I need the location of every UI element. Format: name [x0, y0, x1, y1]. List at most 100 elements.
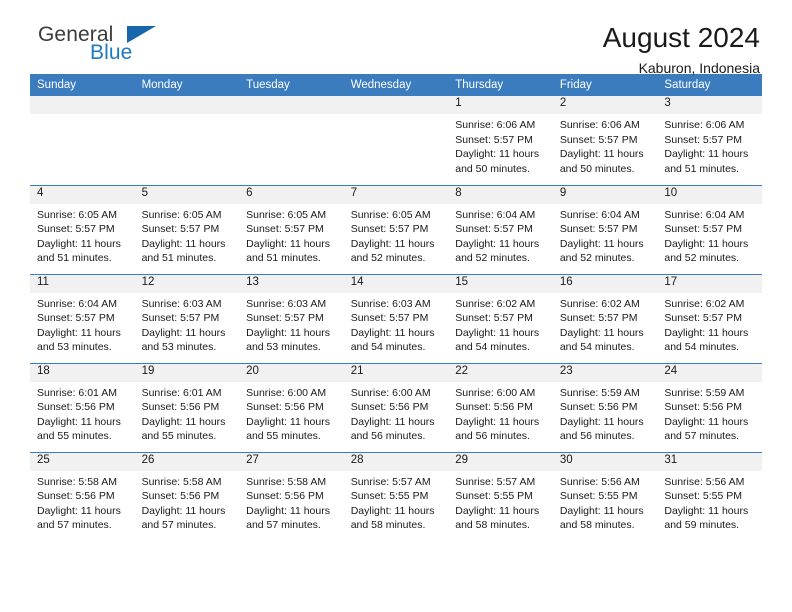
day-detail-line: Sunset: 5:55 PM	[559, 490, 638, 503]
day-number: 6	[239, 185, 344, 204]
day-detail-line: Sunrise: 6:01 AM	[141, 386, 222, 399]
day-detail-line: Daylight: 11 hours	[350, 237, 435, 250]
day-detail-line: Sunrise: 6:01 AM	[37, 386, 117, 399]
calendar-day-cell[interactable]: 19 Sunrise: 6:01 AM Sunset: 5:56 PM Dayligh…	[134, 362, 240, 452]
calendar-day-cell[interactable]: 17 Sunrise: 6:02 AM Sunset: 5:57 PM Dayligh…	[657, 273, 762, 363]
calendar-day-cell[interactable]: 26 Sunrise: 5:58 AM Sunset: 5:56 PM Dayligh…	[134, 451, 240, 541]
day-number: 31	[657, 452, 762, 471]
day-detail-line: Sunrise: 6:05 AM	[141, 208, 222, 221]
day-number: 4	[30, 185, 135, 204]
calendar-day-cell[interactable]: 6 Sunrise: 6:05 AM Sunset: 5:57 PM Daylight…	[239, 184, 344, 274]
calendar-day-cell[interactable]: 27 Sunrise: 5:58 AM Sunset: 5:56 PM Dayligh…	[239, 451, 344, 541]
calendar-day-cell[interactable]: 3 Sunrise: 6:06 AM Sunset: 5:57 PM Daylight…	[657, 96, 762, 185]
location-subtitle: Kaburon, Indonesia	[638, 60, 760, 77]
day-detail-line: and 50 minutes.	[559, 162, 635, 175]
day-cell-inner: 6 Sunrise: 6:05 AM Sunset: 5:57 PM Daylight…	[239, 185, 344, 274]
day-number: 14	[343, 274, 449, 293]
day-detail-line: Sunrise: 5:59 AM	[559, 386, 640, 399]
day-detail-line: Daylight: 11 hours	[246, 415, 330, 428]
day-detail: Sunrise: 5:56 AM Sunset: 5:55 PM Daylight:…	[553, 471, 658, 533]
calendar-day-cell[interactable]: 11 Sunrise: 6:04 AM Sunset: 5:57 PM Dayligh…	[30, 273, 135, 363]
day-cell-inner: 20 Sunrise: 6:00 AM Sunset: 5:56 PM Dayligh…	[239, 363, 344, 452]
day-cell-inner	[239, 96, 344, 184]
calendar-day-cell[interactable]: 9 Sunrise: 6:04 AM Sunset: 5:57 PM Daylight…	[552, 184, 658, 274]
calendar-day-cell[interactable]: 4 Sunrise: 6:05 AM Sunset: 5:57 PM Daylight…	[30, 184, 135, 274]
calendar-day-cell[interactable]: 20 Sunrise: 6:00 AM Sunset: 5:56 PM Dayligh…	[239, 362, 344, 452]
day-detail-line: Daylight: 11 hours	[37, 504, 121, 517]
weekday-header-wednesday: Wednesday	[343, 74, 449, 96]
day-detail-line: Sunrise: 6:05 AM	[37, 208, 117, 221]
calendar-week-row: 11 Sunrise: 6:04 AM Sunset: 5:57 PM Dayligh…	[30, 273, 762, 363]
weekday-header-row: Sunday Monday Tuesday Wednesday Thursday Frid…	[30, 74, 762, 96]
day-detail-line: Sunset: 5:57 PM	[455, 312, 533, 325]
day-number: 30	[552, 452, 658, 471]
day-detail: Sunrise: 6:04 AM Sunset: 5:57 PM Daylight:…	[30, 293, 135, 355]
day-detail-line: Sunset: 5:55 PM	[455, 490, 533, 503]
calendar-day-cell[interactable]: 18 Sunrise: 6:01 AM Sunset: 5:56 PM Dayligh…	[30, 362, 135, 452]
day-cell-inner: 4 Sunrise: 6:05 AM Sunset: 5:57 PM Daylight…	[30, 185, 135, 274]
day-detail: Sunrise: 5:58 AM Sunset: 5:56 PM Daylight:…	[239, 471, 344, 533]
day-detail-line: and 58 minutes.	[350, 519, 426, 532]
day-detail-line: Daylight: 11 hours	[664, 326, 749, 339]
calendar-day-cell[interactable]: 1 Sunrise: 6:06 AM Sunset: 5:57 PM Daylight…	[448, 96, 553, 185]
calendar-day-cell[interactable]: 22 Sunrise: 6:00 AM Sunset: 5:56 PM Dayligh…	[448, 362, 553, 452]
calendar-day-cell[interactable]: 29 Sunrise: 5:57 AM Sunset: 5:55 PM Dayligh…	[448, 451, 553, 541]
day-cell-inner: 24 Sunrise: 5:59 AM Sunset: 5:56 PM Dayligh…	[657, 363, 762, 452]
calendar-day-cell[interactable]: 15 Sunrise: 6:02 AM Sunset: 5:57 PM Dayligh…	[448, 273, 553, 363]
day-detail: Sunrise: 6:06 AM Sunset: 5:57 PM Daylight:…	[553, 114, 658, 176]
calendar-day-cell[interactable]: 2 Sunrise: 6:06 AM Sunset: 5:57 PM Daylight…	[552, 96, 658, 185]
calendar-day-cell[interactable]: 31 Sunrise: 5:56 AM Sunset: 5:55 PM Dayligh…	[657, 451, 762, 541]
calendar-day-cell[interactable]: 23 Sunrise: 5:59 AM Sunset: 5:56 PM Dayligh…	[552, 362, 658, 452]
day-detail: Sunrise: 5:58 AM Sunset: 5:56 PM Daylight:…	[135, 471, 240, 533]
calendar-day-cell[interactable]: 14 Sunrise: 6:03 AM Sunset: 5:57 PM Dayligh…	[343, 273, 449, 363]
calendar-empty-cell	[239, 96, 344, 185]
day-detail-line: and 54 minutes.	[455, 341, 530, 354]
day-detail-line: Sunset: 5:56 PM	[37, 490, 115, 503]
day-detail: Sunrise: 6:04 AM Sunset: 5:57 PM Daylight:…	[657, 204, 762, 266]
day-detail-line: Sunrise: 6:06 AM	[664, 119, 745, 131]
day-detail: Sunrise: 6:05 AM Sunset: 5:57 PM Daylight:…	[239, 204, 344, 266]
day-detail-line: Daylight: 11 hours	[350, 504, 435, 517]
day-number	[134, 96, 240, 114]
day-detail-line: and 54 minutes.	[350, 341, 426, 354]
calendar-day-cell[interactable]: 25 Sunrise: 5:58 AM Sunset: 5:56 PM Dayligh…	[30, 451, 135, 541]
calendar-day-cell[interactable]: 16 Sunrise: 6:02 AM Sunset: 5:57 PM Dayligh…	[552, 273, 658, 363]
day-detail-line: Sunrise: 6:03 AM	[141, 297, 222, 310]
calendar-day-cell[interactable]: 30 Sunrise: 5:56 AM Sunset: 5:55 PM Dayligh…	[552, 451, 658, 541]
day-cell-inner: 15 Sunrise: 6:02 AM Sunset: 5:57 PM Dayligh…	[448, 274, 553, 363]
day-detail: Sunrise: 6:04 AM Sunset: 5:57 PM Daylight:…	[448, 204, 553, 266]
day-detail-line: and 52 minutes.	[559, 252, 635, 265]
day-number: 8	[448, 185, 553, 204]
day-number: 26	[134, 452, 240, 471]
calendar-day-cell[interactable]: 10 Sunrise: 6:04 AM Sunset: 5:57 PM Dayligh…	[657, 184, 762, 274]
calendar-day-cell[interactable]: 5 Sunrise: 6:05 AM Sunset: 5:57 PM Daylight…	[134, 184, 240, 274]
day-detail-line: Sunrise: 6:05 AM	[350, 208, 431, 221]
day-detail-line: and 53 minutes.	[141, 341, 217, 354]
calendar-table: Sunday Monday Tuesday Wednesday Thursday Frid…	[30, 74, 762, 541]
day-detail-line: Sunset: 5:57 PM	[455, 133, 533, 146]
calendar-day-cell[interactable]: 28 Sunrise: 5:57 AM Sunset: 5:55 PM Dayligh…	[343, 451, 449, 541]
day-cell-inner: 29 Sunrise: 5:57 AM Sunset: 5:55 PM Dayligh…	[448, 452, 553, 541]
calendar-day-cell[interactable]: 13 Sunrise: 6:03 AM Sunset: 5:57 PM Dayligh…	[239, 273, 344, 363]
day-detail-line: Sunset: 5:56 PM	[350, 401, 429, 414]
day-detail-line: Sunrise: 6:05 AM	[246, 208, 327, 221]
brand-logo[interactable]: General Blue	[30, 22, 180, 74]
calendar-day-cell[interactable]: 24 Sunrise: 5:59 AM Sunset: 5:56 PM Dayligh…	[657, 362, 762, 452]
day-number: 28	[343, 452, 449, 471]
day-detail-line: Daylight: 11 hours	[141, 504, 226, 517]
day-detail: Sunrise: 5:58 AM Sunset: 5:56 PM Daylight:…	[30, 471, 135, 533]
day-detail-line: and 54 minutes.	[664, 341, 740, 354]
day-detail-line: Daylight: 11 hours	[455, 504, 540, 517]
day-detail-line: and 51 minutes.	[37, 252, 112, 265]
day-detail-line: and 54 minutes.	[559, 341, 635, 354]
day-detail-line: Sunrise: 6:03 AM	[246, 297, 327, 310]
calendar-day-cell[interactable]: 21 Sunrise: 6:00 AM Sunset: 5:56 PM Dayligh…	[343, 362, 449, 452]
day-detail-line: Sunrise: 5:58 AM	[141, 475, 222, 488]
day-detail-line: and 52 minutes.	[664, 252, 740, 265]
calendar-day-cell[interactable]: 12 Sunrise: 6:03 AM Sunset: 5:57 PM Dayligh…	[134, 273, 240, 363]
calendar-day-cell[interactable]: 8 Sunrise: 6:04 AM Sunset: 5:57 PM Daylight…	[448, 184, 553, 274]
day-number: 10	[657, 185, 762, 204]
day-number: 23	[552, 363, 658, 382]
calendar-day-cell[interactable]: 7 Sunrise: 6:05 AM Sunset: 5:57 PM Daylight…	[343, 184, 449, 274]
day-detail-line: Daylight: 11 hours	[350, 326, 435, 339]
